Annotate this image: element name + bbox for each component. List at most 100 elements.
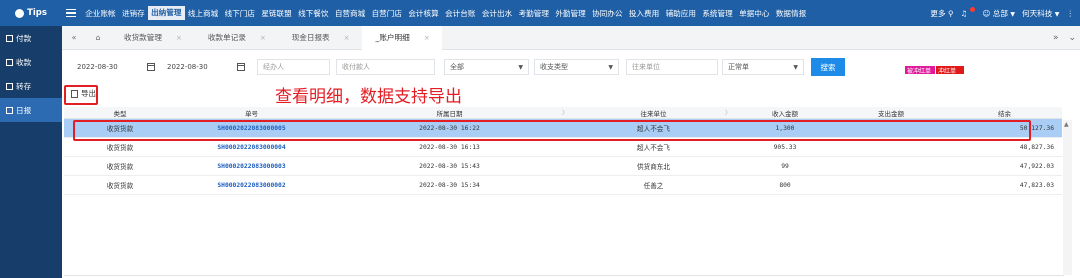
column-header[interactable]: 单号 bbox=[176, 107, 327, 118]
sidebar-item[interactable]: 收款 bbox=[0, 50, 62, 74]
sort-icon[interactable]: 〉 bbox=[725, 108, 731, 117]
sort-icon[interactable]: 〉 bbox=[562, 108, 568, 117]
cell-value: 48,827.36 bbox=[1019, 143, 1054, 151]
red-doc-tag[interactable]: 冲红单 bbox=[936, 66, 964, 75]
scroll-up-icon[interactable]: ▲ bbox=[1064, 121, 1069, 128]
cell-no[interactable]: SH0002022083000002 bbox=[176, 176, 327, 194]
doc-number-link[interactable]: SH0002022083000004 bbox=[217, 144, 285, 151]
table-row[interactable]: 收货货款 SH0002022083000005 2022-08-30 16:22 超人… bbox=[64, 119, 1062, 138]
date-from-picker[interactable]: 2022-08-30 bbox=[69, 59, 159, 75]
sidebar-item[interactable]: 日报 bbox=[0, 98, 62, 122]
hamburger-menu-icon[interactable] bbox=[66, 8, 76, 18]
column-header[interactable]: 收入金额 bbox=[735, 107, 835, 118]
top-nav-item[interactable]: 线上商城 bbox=[185, 8, 222, 19]
chevron-down-icon[interactable]: ⌄ bbox=[1068, 33, 1076, 43]
export-button[interactable]: 导出 bbox=[71, 88, 96, 99]
top-nav-item[interactable]: 进销存 bbox=[119, 8, 148, 19]
top-nav-item[interactable]: 辅助应用 bbox=[662, 8, 699, 19]
close-icon[interactable]: × bbox=[176, 34, 182, 42]
column-header[interactable]: 结余 bbox=[947, 107, 1062, 118]
column-header[interactable]: 所属日期 〉 bbox=[327, 107, 572, 118]
cell-value: 1,300 bbox=[775, 124, 795, 132]
tab[interactable]: _账户明细 × bbox=[361, 25, 442, 50]
cell-party: 超人不会飞 bbox=[572, 119, 735, 137]
tab-strip-controls: » ⌄ bbox=[1053, 26, 1076, 50]
top-nav-item[interactable]: 单据中心 bbox=[736, 8, 773, 19]
table-row[interactable]: 收货货款 SH0002022083000002 2022-08-30 15:34 任善… bbox=[64, 176, 1062, 195]
tab[interactable]: 现金日报表 × bbox=[278, 26, 362, 50]
close-icon[interactable]: × bbox=[344, 34, 350, 42]
scope-select[interactable]: 全部 ▼ bbox=[444, 59, 529, 75]
company-label: 何天科技 bbox=[1021, 8, 1053, 18]
column-header[interactable]: 类型 bbox=[64, 107, 176, 118]
top-nav-item[interactable]: 投入费用 bbox=[626, 8, 663, 19]
top-nav-item[interactable]: 会计核算 bbox=[405, 8, 442, 19]
column-header-label: 类型 bbox=[113, 109, 127, 118]
top-nav-item[interactable]: 数据情报 bbox=[773, 8, 810, 19]
doc-number-link[interactable]: SH0002022083000002 bbox=[217, 182, 285, 189]
search-button[interactable]: 搜索 bbox=[811, 58, 845, 76]
handler-input[interactable]: 经办人 bbox=[257, 59, 330, 75]
top-nav-item[interactable]: 自营门店 bbox=[368, 8, 405, 19]
date-to-value: 2022-08-30 bbox=[167, 63, 208, 71]
tabs-forward-icon[interactable]: » bbox=[1053, 33, 1059, 43]
cell-no[interactable]: SH0002022083000005 bbox=[176, 119, 327, 137]
cell-type: 收货货款 bbox=[64, 119, 176, 137]
top-nav-item[interactable]: 出纳管理 bbox=[147, 6, 185, 20]
column-header[interactable]: 往来单位 〉 bbox=[572, 107, 735, 118]
reversed-doc-tag[interactable]: 被冲红单 bbox=[905, 66, 935, 75]
tabs-back-icon[interactable]: « bbox=[62, 33, 86, 42]
filter-bar: 2022-08-30 2022-08-30 经办人 收付款人 全部 ▼ 收支类型 ▼… bbox=[62, 50, 1080, 84]
app-logo[interactable]: Tips bbox=[0, 8, 62, 18]
top-nav-item[interactable]: 考勤管理 bbox=[515, 8, 552, 19]
column-header-label: 结余 bbox=[998, 109, 1011, 118]
top-nav-item[interactable]: 自营商城 bbox=[332, 8, 369, 19]
more-options-icon[interactable]: ⋮ bbox=[1066, 9, 1074, 18]
sidebar-item[interactable]: 付款 bbox=[0, 26, 62, 50]
sidebar-item-icon bbox=[6, 106, 13, 114]
close-icon[interactable]: × bbox=[260, 34, 266, 42]
top-nav-item[interactable]: 会计出水 bbox=[479, 8, 516, 19]
column-header[interactable]: 支出金额 bbox=[835, 107, 947, 118]
logo-label: Tips bbox=[27, 8, 47, 18]
more-menu[interactable]: 更多 ⚲ bbox=[930, 8, 953, 19]
home-icon[interactable]: ⌂ bbox=[86, 33, 110, 42]
top-nav-item[interactable]: 线下门店 bbox=[221, 8, 258, 19]
cell-type: 收货货款 bbox=[64, 138, 176, 156]
cell-balance: 50,127.36 bbox=[947, 119, 1062, 137]
sidebar-item[interactable]: 转存 bbox=[0, 74, 62, 98]
chevron-down-icon: ▼ bbox=[518, 63, 523, 71]
top-nav-item[interactable]: 外勤管理 bbox=[552, 8, 589, 19]
payer-input[interactable]: 收付款人 bbox=[336, 59, 435, 75]
doc-status-value: 正常单 bbox=[728, 63, 749, 71]
tab[interactable]: 收货款管理 × bbox=[110, 26, 194, 50]
doc-status-select[interactable]: 正常单 ▼ bbox=[722, 59, 804, 75]
company-menu[interactable]: 何天科技 ▼ bbox=[1022, 8, 1059, 19]
notification-bell-icon[interactable]: ♫ bbox=[961, 9, 968, 18]
table-row[interactable]: 收货货款 SH0002022083000004 2022-08-30 16:13 超人… bbox=[64, 138, 1062, 157]
top-nav-item[interactable]: 会计台账 bbox=[442, 8, 479, 19]
date-to-picker[interactable]: 2022-08-30 bbox=[159, 59, 249, 75]
top-nav-item[interactable]: 线下餐饮 bbox=[295, 8, 332, 19]
partner-input[interactable]: 往来单位 bbox=[626, 59, 718, 75]
top-nav-item[interactable]: 协同办公 bbox=[589, 8, 626, 19]
top-nav-item[interactable]: 系统管理 bbox=[699, 8, 736, 19]
cell-no[interactable]: SH0002022083000003 bbox=[176, 157, 327, 175]
sidebar-item-icon bbox=[6, 58, 13, 66]
table-scrollbar[interactable] bbox=[1063, 120, 1072, 275]
tab[interactable]: 收款单记录 × bbox=[194, 26, 278, 50]
cell-no[interactable]: SH0002022083000004 bbox=[176, 138, 327, 156]
column-header-label: 往来单位 bbox=[640, 109, 667, 118]
table-row[interactable]: 收货货款 SH0002022083000003 2022-08-30 15:43 供货… bbox=[64, 157, 1062, 176]
top-nav-item[interactable]: 星链联盟 bbox=[258, 8, 295, 19]
close-icon[interactable]: × bbox=[424, 34, 430, 42]
type-select[interactable]: 收支类型 ▼ bbox=[534, 59, 619, 75]
cell-value: 50,127.36 bbox=[1019, 124, 1054, 132]
sidebar-item-label: 日报 bbox=[16, 105, 32, 115]
user-menu[interactable]: ☺ 总部 ▼ bbox=[982, 8, 1015, 19]
doc-number-link[interactable]: SH0002022083000003 bbox=[217, 163, 285, 170]
cell-income: 905.33 bbox=[735, 138, 835, 156]
cell-balance: 48,827.36 bbox=[947, 138, 1062, 156]
doc-number-link[interactable]: SH0002022083000005 bbox=[217, 125, 285, 132]
top-nav-item[interactable]: 企业账帐 bbox=[82, 8, 119, 19]
